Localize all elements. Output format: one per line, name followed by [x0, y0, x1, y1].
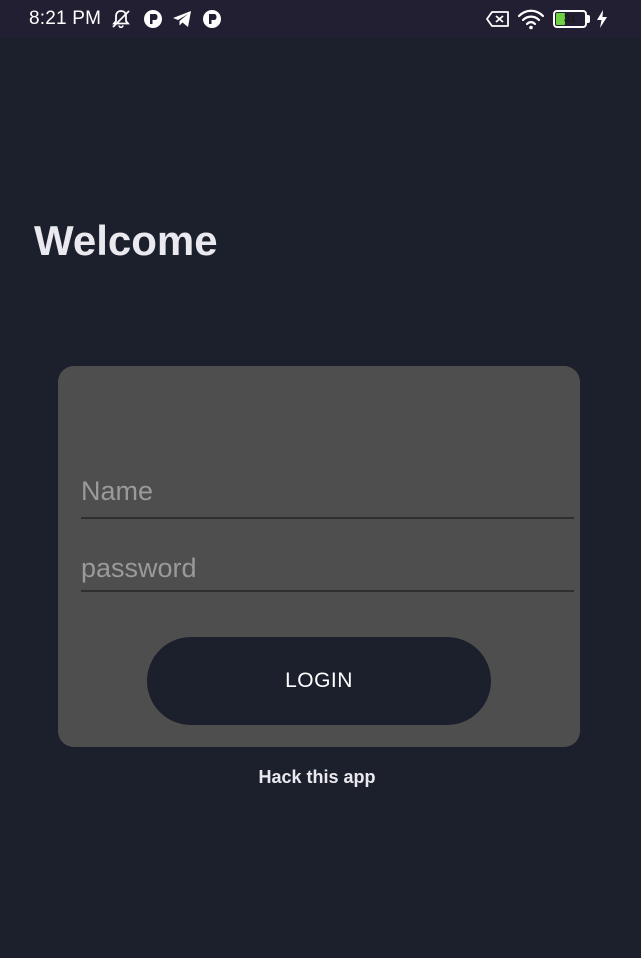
status-bar: 8:21 PM 31	[0, 0, 641, 38]
password-input[interactable]	[81, 547, 574, 590]
app-notification-icon	[142, 8, 164, 30]
name-input[interactable]	[81, 466, 574, 517]
muted-bell-icon	[110, 8, 132, 30]
status-time: 8:21 PM	[29, 8, 102, 29]
login-screen: 8:21 PM 31 Welcome Name LOGIN Hack this …	[0, 0, 641, 958]
battery-level: 31	[563, 13, 577, 25]
name-field-container	[81, 466, 574, 519]
charging-bolt-icon	[595, 8, 609, 30]
page-title: Welcome	[34, 217, 218, 264]
app-notification-icon	[201, 8, 223, 30]
login-card: LOGIN	[58, 366, 580, 747]
password-field-container	[81, 547, 574, 592]
login-button[interactable]: LOGIN	[147, 637, 491, 725]
telegram-icon	[171, 8, 193, 30]
battery-icon: 31	[553, 10, 591, 28]
wifi-icon	[517, 8, 545, 30]
hack-this-app-link[interactable]: Hack this app	[0, 766, 634, 788]
no-sim-icon	[485, 8, 511, 30]
